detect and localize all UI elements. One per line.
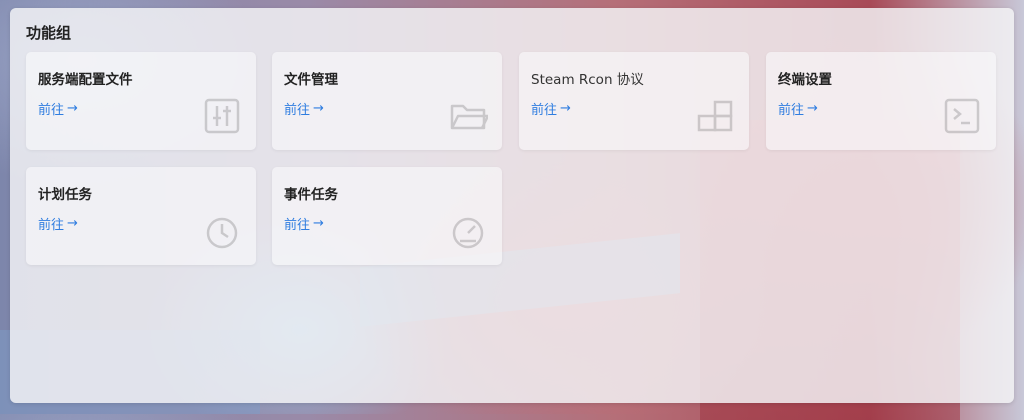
gauge-icon [452, 217, 484, 249]
arrow-right-icon: → [560, 101, 571, 116]
card-steam-rcon[interactable]: Steam Rcon 协议 前往 → [519, 52, 749, 150]
card-title: 终端设置 [778, 72, 832, 88]
card-title: Steam Rcon 协议 [531, 72, 644, 88]
card-event-tasks[interactable]: 事件任务 前往 → [272, 167, 502, 265]
config-file-icon [204, 98, 240, 134]
clock-icon [206, 217, 238, 249]
arrow-right-icon: → [313, 216, 324, 231]
card-title: 事件任务 [284, 187, 338, 203]
card-terminal-settings[interactable]: 终端设置 前往 → [766, 52, 996, 150]
goto-label: 前往 [778, 103, 805, 118]
goto-label: 前往 [38, 103, 65, 118]
card-scheduled-tasks[interactable]: 计划任务 前往 → [26, 167, 256, 265]
goto-link[interactable]: 前往 → [38, 99, 78, 118]
goto-label: 前往 [284, 218, 311, 233]
arrow-right-icon: → [313, 101, 324, 116]
card-file-management[interactable]: 文件管理 前往 → [272, 52, 502, 150]
card-title: 服务端配置文件 [38, 72, 133, 88]
goto-label: 前往 [531, 103, 558, 118]
panel-title: 功能组 [26, 24, 72, 42]
goto-label: 前往 [38, 218, 65, 233]
goto-label: 前往 [284, 103, 311, 118]
goto-link[interactable]: 前往 → [531, 99, 571, 118]
goto-link[interactable]: 前往 → [38, 214, 78, 233]
goto-link[interactable]: 前往 → [284, 214, 324, 233]
folder-icon [450, 104, 488, 130]
grid-icon [697, 100, 733, 132]
goto-link[interactable]: 前往 → [284, 99, 324, 118]
function-group-panel: 功能组 服务端配置文件 前往 → 文件管理 前往 → Steam Rcon 协议 [10, 8, 1014, 403]
arrow-right-icon: → [67, 216, 78, 231]
card-title: 计划任务 [38, 187, 92, 203]
arrow-right-icon: → [67, 101, 78, 116]
goto-link[interactable]: 前往 → [778, 99, 818, 118]
card-title: 文件管理 [284, 72, 338, 88]
card-server-config[interactable]: 服务端配置文件 前往 → [26, 52, 256, 150]
arrow-right-icon: → [807, 101, 818, 116]
terminal-icon [944, 98, 980, 134]
